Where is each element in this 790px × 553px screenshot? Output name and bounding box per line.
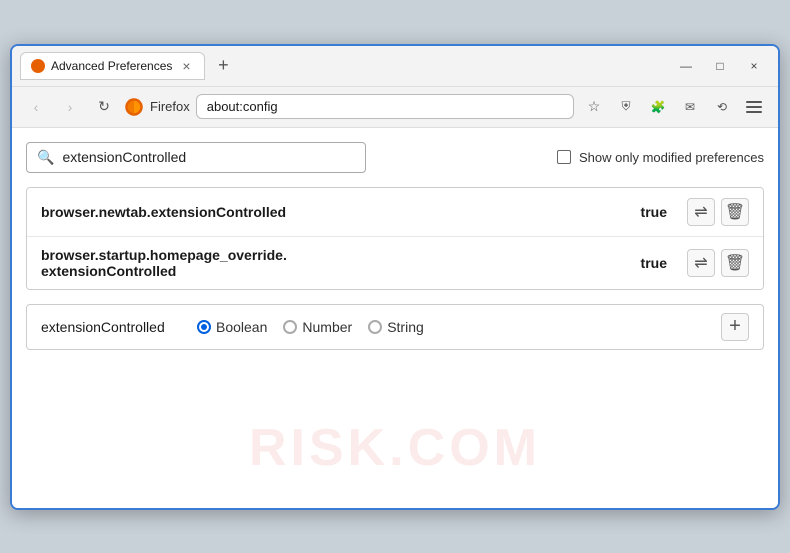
menu-icon-3 [746,111,762,113]
radio-label-number: Number [302,319,352,335]
trash-icon-1: 🗑 [725,202,745,222]
pref-value-1: true [641,204,667,220]
add-button[interactable]: + [721,313,749,341]
pref-name-1: browser.newtab.extensionControlled [41,204,631,220]
refresh-icon: ↻ [98,98,110,115]
radio-label-boolean: Boolean [216,319,267,335]
table-row: browser.newtab.extensionControlled true … [27,188,763,237]
browser-window: Advanced Preferences × + — □ × ‹ › ↻ Fir… [10,44,780,510]
menu-icon [746,101,762,103]
bookmark-button[interactable]: ☆ [580,93,608,121]
browser-name-label: Firefox [150,99,190,114]
add-preference-row: extensionControlled Boolean Number Strin… [26,304,764,350]
radio-number[interactable]: Number [283,319,352,335]
nav-bar: ‹ › ↻ Firefox about:config ☆ ⛨ 🧩 [12,87,778,128]
sync-button[interactable]: ⟲ [708,93,736,121]
sync-icon: ⟲ [717,100,727,114]
row-actions-2: ⇌ 🗑 [687,249,749,277]
show-modified-label: Show only modified preferences [579,150,764,165]
bookmark-icon: ☆ [588,98,601,115]
back-icon: ‹ [34,99,39,115]
forward-icon: › [68,99,73,115]
trash-icon-2: 🗑 [725,253,745,273]
watermark: RISK.COM [249,418,541,478]
title-bar: Advanced Preferences × + — □ × [12,46,778,87]
browser-tab[interactable]: Advanced Preferences × [20,52,205,80]
swap-icon-1: ⇌ [694,202,707,222]
close-button[interactable]: × [738,54,770,78]
toggle-button-1[interactable]: ⇌ [687,198,715,226]
extension-button[interactable]: 🧩 [644,93,672,121]
results-table: browser.newtab.extensionControlled true … [26,187,764,290]
restore-button[interactable]: □ [704,54,736,78]
tab-favicon [31,59,45,73]
radio-boolean[interactable]: Boolean [197,319,267,335]
menu-icon-2 [746,106,762,108]
new-pref-name: extensionControlled [41,319,181,335]
row-actions-1: ⇌ 🗑 [687,198,749,226]
toggle-button-2[interactable]: ⇌ [687,249,715,277]
tab-title: Advanced Preferences [51,59,172,73]
nav-icons: ☆ ⛨ 🧩 ✉ ⟲ [580,93,768,121]
minimize-button[interactable]: — [670,54,702,78]
type-radio-group: Boolean Number String [197,319,705,335]
search-icon: 🔍 [37,149,54,166]
radio-circle-number [283,320,297,334]
pref-name-2: browser.startup.homepage_override. exten… [41,247,631,279]
radio-circle-boolean [197,320,211,334]
show-modified-row: Show only modified preferences [557,150,764,165]
delete-button-1[interactable]: 🗑 [721,198,749,226]
back-button[interactable]: ‹ [22,93,50,121]
pref-value-2: true [641,255,667,271]
mail-button[interactable]: ✉ [676,93,704,121]
window-controls: — □ × [670,54,770,78]
menu-button[interactable] [740,93,768,121]
radio-circle-string [368,320,382,334]
search-row: 🔍 Show only modified preferences [26,142,764,173]
pref-name-2-line2: extensionControlled [41,263,176,279]
show-modified-checkbox[interactable] [557,150,571,164]
content-area: 🔍 Show only modified preferences browser… [12,128,778,508]
delete-button-2[interactable]: 🗑 [721,249,749,277]
pocket-icon: ⛨ [621,99,630,114]
forward-button[interactable]: › [56,93,84,121]
refresh-button[interactable]: ↻ [90,93,118,121]
swap-icon-2: ⇌ [694,253,707,273]
radio-string[interactable]: String [368,319,424,335]
pref-name-2-line1: browser.startup.homepage_override. [41,247,287,263]
search-box: 🔍 [26,142,366,173]
new-tab-button[interactable]: + [209,52,237,80]
search-input[interactable] [62,149,355,165]
table-row: browser.startup.homepage_override. exten… [27,237,763,289]
tab-close-button[interactable]: × [178,58,194,74]
extension-icon: 🧩 [651,100,666,114]
firefox-logo [124,97,144,117]
radio-label-string: String [387,319,424,335]
mail-icon: ✉ [685,100,695,114]
address-bar[interactable]: about:config [196,94,574,119]
pocket-button[interactable]: ⛨ [612,93,640,121]
address-text: about:config [207,99,563,114]
